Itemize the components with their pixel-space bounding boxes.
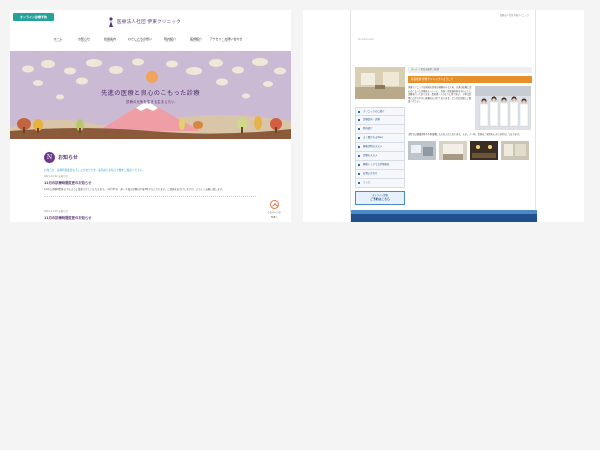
greeting-text: 伊東クリニックは地域の皆様の健康を守るため、先進の医療と良心のこもった診療をモッ… [408, 86, 472, 104]
nav-doctor[interactable]: 医師紹介 DOCTOR [183, 37, 209, 44]
gallery-photo[interactable] [408, 140, 436, 160]
hero-banner: 先進の医療と良心のこもった診療 診療の元気を生きる生まえたい [10, 51, 291, 139]
gallery-photo[interactable] [439, 140, 467, 160]
left-site-preview: オンライン診療予約 医療法人社団 伊東クリニック ホーム HOME お知らせ NEW… [10, 10, 291, 222]
nav-facility[interactable]: 院内紹介 FACILITY [157, 37, 183, 44]
sidebar-photo [355, 67, 405, 99]
clinic-logo[interactable]: 医療法人社団 伊東クリニック [108, 16, 181, 28]
news-date: 2021.12.22 お知らせ [44, 175, 68, 178]
news-date: 2021.11.25 お知らせ [44, 210, 68, 213]
header-clinic-name: 医療法人社団 伊東クリニック [499, 14, 529, 17]
back-to-top-label: TOPへ [270, 216, 278, 219]
sidebar-item[interactable]: 院内紹介 [355, 125, 405, 134]
news-notice-link[interactable]: お知らせ、診療時間変更なることがあります。来院前にお知らせ欄をご確認ください。 [44, 168, 145, 172]
news-link[interactable]: 11月の診療時間変更のお知らせ [44, 215, 256, 220]
gallery-photo[interactable] [501, 140, 529, 160]
main-nav: ホーム HOME お知らせ NEWS 診療案内 MEDICAL わたしたちの想い MES… [45, 37, 243, 44]
site-domain: ito-clinic.com [358, 38, 374, 41]
footer-bar [351, 214, 537, 222]
staff-photo [475, 86, 531, 130]
hero-subtitle: 診療の元気を生きる生まえたい [126, 100, 175, 104]
sidebar-item[interactable]: 睡眠ドックでも早期発見 [355, 161, 405, 170]
news-body: 12月の診療時間を以下のように変更させていただきます。 12月30日（木）午後の… [44, 188, 225, 191]
greeting-text-secondary: 当院では健康診断や予防接種にも力を入れております。スタッフ一同、皆様のご来院を心… [408, 133, 522, 136]
breadcrumb: ホーム > 院長の挨拶 ご挨拶 [408, 67, 532, 73]
news-title: お知らせ [58, 155, 78, 161]
photo-gallery [408, 140, 532, 160]
nav-access[interactable]: アクセス・お問い合わせ ACCESS [209, 37, 243, 44]
news-item: 2021.11.25 お知らせ 11月の診療時間変更のお知らせ [44, 209, 256, 220]
nav-news[interactable]: お知らせ NEWS [71, 37, 97, 44]
news-divider [44, 196, 256, 197]
hero-title: 先進の医療と良心のこもった診療 [101, 90, 200, 97]
online-booking-banner[interactable]: オンライン診療 ご予約はこちら [355, 191, 405, 205]
sidebar-item[interactable]: リンク [355, 179, 405, 188]
sidebar-menu: クリニックのご紹介 診療案内・診療 院内紹介 よく聞かれるQ&A 健康診断のスス… [355, 107, 405, 188]
nav-message[interactable]: わたしたちの想い MESSAGE [123, 37, 157, 44]
sidebar-item[interactable]: 健康診断のススメ [355, 143, 405, 152]
news-item: 2021.12.22 お知らせ 12月の診療時間変更のお知らせ 12月の診療時間… [44, 174, 256, 197]
news-link[interactable]: 12月の診療時間変更のお知らせ [44, 180, 256, 185]
main-content: ホーム > 院長の挨拶 ご挨拶 院長挨拶 伊東クリニックへようこそ 伊東クリニッ… [408, 67, 532, 160]
chevron-up-icon [269, 200, 279, 209]
right-site-preview: 医療法人社団 伊東クリニック ito-clinic.com クリニックのご紹介 … [303, 10, 584, 222]
clinic-logo-icon [109, 17, 113, 27]
sidebar-item[interactable]: お問い合わせ [355, 170, 405, 179]
nav-medical[interactable]: 診療案内 MEDICAL [97, 37, 123, 44]
right-page-body: 医療法人社団 伊東クリニック ito-clinic.com クリニックのご紹介 … [350, 10, 537, 222]
online-booking-button[interactable]: オンライン診療予約 [13, 13, 54, 21]
sidebar-item[interactable]: よく聞かれるQ&A [355, 134, 405, 143]
section-heading: 院長挨拶 伊東クリニックへようこそ [408, 76, 532, 83]
back-to-top-button[interactable]: このページの TOPへ [266, 200, 282, 219]
sidebar-item[interactable]: 診療のススメ [355, 152, 405, 161]
nav-home[interactable]: ホーム HOME [45, 37, 71, 44]
news-badge-icon: N [44, 152, 55, 163]
news-header: N お知らせ [44, 152, 78, 163]
sidebar: クリニックのご紹介 診療案内・診療 院内紹介 よく聞かれるQ&A 健康診断のスス… [355, 67, 405, 205]
sidebar-item[interactable]: クリニックのご紹介 [355, 107, 405, 116]
back-to-top-label: このページの [267, 211, 281, 214]
sidebar-item[interactable]: 診療案内・診療 [355, 116, 405, 125]
clinic-logo-text: 医療法人社団 伊東クリニック [117, 20, 181, 25]
gallery-photo[interactable] [470, 140, 498, 160]
